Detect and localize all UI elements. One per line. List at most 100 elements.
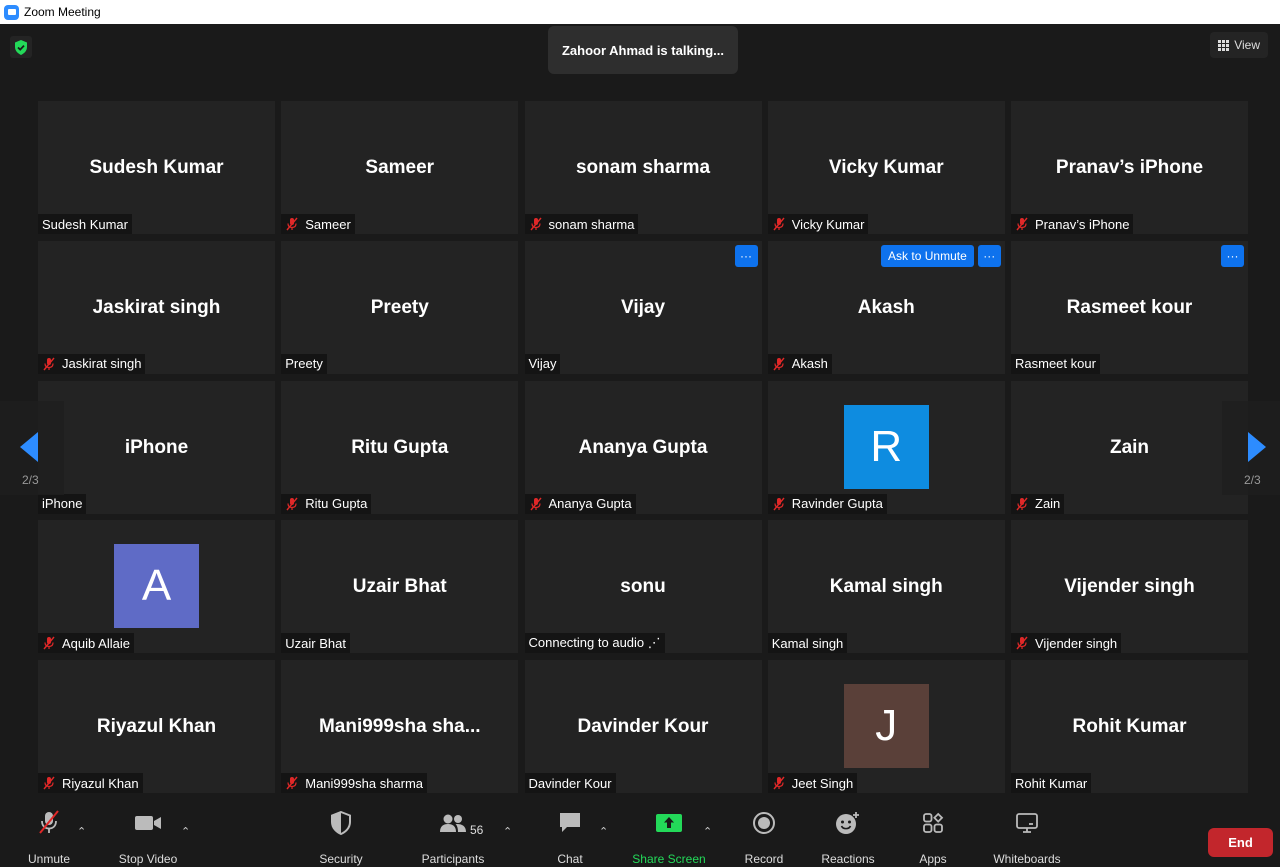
view-button[interactable]: View xyxy=(1210,32,1268,58)
participant-display-name: Mani999sha sha... xyxy=(318,716,481,737)
muted-mic-icon xyxy=(42,776,56,790)
participant-tile[interactable]: Vijender singh Vijender singh xyxy=(1011,520,1248,654)
participant-tile[interactable]: Sameer Sameer xyxy=(281,101,519,234)
participant-tile[interactable]: Riyazul Khan Riyazul Khan xyxy=(38,660,275,793)
participant-tile[interactable]: Davinder Kour Davinder Kour xyxy=(524,660,762,793)
participant-tile[interactable]: iPhone iPhone xyxy=(38,380,275,514)
participant-tile[interactable]: Vijay ··· Vijay xyxy=(524,240,762,374)
participant-tile[interactable]: Kamal singh Kamal singh xyxy=(767,520,1005,654)
security-shield-icon xyxy=(330,803,352,843)
participant-tile[interactable]: Jaskirat singh Jaskirat singh xyxy=(38,240,275,374)
participant-tile[interactable]: J Jeet Singh xyxy=(767,660,1005,793)
muted-microphone-icon xyxy=(37,803,61,843)
video-options-caret-icon[interactable]: ⌃ xyxy=(181,825,190,838)
participant-name-text: iPhone xyxy=(42,496,83,511)
participant-grid: Sudesh Kumar Sudesh Kumar Sameer Sameer sona… xyxy=(38,101,1248,793)
stop-video-label: Stop Video xyxy=(118,852,178,866)
participant-display-name: Vijay xyxy=(620,296,666,318)
participant-tile[interactable]: Pranav’s iPhone Pranav’s iPhone xyxy=(1011,101,1248,234)
participant-tile[interactable]: Uzair Bhat Uzair Bhat xyxy=(281,520,519,654)
meeting-topbar: Zahoor Ahmad is talking... View xyxy=(0,24,1280,94)
muted-mic-icon xyxy=(529,217,543,231)
chat-options-caret-icon[interactable]: ⌃ xyxy=(599,825,608,838)
participant-name-label: Pranav’s iPhone xyxy=(1011,214,1134,234)
participant-name-label: Sudesh Kumar xyxy=(38,214,132,234)
participant-name-text: Rasmeet kour xyxy=(1015,356,1096,372)
participant-tile[interactable]: Akash Ask to Unmute ··· Akash xyxy=(767,240,1005,374)
stop-video-button[interactable]: Stop Video xyxy=(112,803,184,867)
more-options-button[interactable]: ··· xyxy=(977,244,1001,267)
participant-name-text: Aquib Allaie xyxy=(62,635,130,651)
participant-tile[interactable]: Mani999sha sha... Mani999sha sharma xyxy=(281,660,519,793)
participant-display-name: Preety xyxy=(370,296,429,318)
participant-display-name: sonu xyxy=(620,576,666,598)
participant-name-text: Kamal singh xyxy=(771,635,844,651)
page-indicator-left: 2/3 xyxy=(22,473,39,487)
participant-name-label: Mani999sha sharma xyxy=(281,773,428,793)
participant-name-label: Jaskirat singh xyxy=(38,353,146,374)
chat-button[interactable]: Chat xyxy=(548,803,592,867)
next-page-button[interactable]: 2/3 xyxy=(1222,401,1280,495)
participant-display-name: Davinder Kour xyxy=(577,716,709,737)
participant-name-text: Rohit Kumar xyxy=(1015,775,1088,791)
muted-mic-icon xyxy=(1015,217,1029,231)
participant-name-text: Sameer xyxy=(305,216,351,232)
reactions-button[interactable]: Reactions xyxy=(816,803,880,867)
participant-name-text: Akash xyxy=(791,356,828,372)
record-button[interactable]: Record xyxy=(740,803,788,867)
previous-page-button[interactable]: 2/3 xyxy=(0,401,64,495)
participant-name-label: Ananya Gupta xyxy=(524,493,636,514)
unmute-label: Unmute xyxy=(27,852,71,866)
participant-avatar: R xyxy=(843,404,929,489)
share-options-caret-icon[interactable]: ⌃ xyxy=(703,825,712,838)
whiteboards-button[interactable]: Whiteboards xyxy=(986,803,1068,867)
participants-options-caret-icon[interactable]: ⌃ xyxy=(503,825,512,838)
apps-button[interactable]: Apps xyxy=(912,803,954,867)
record-label: Record xyxy=(744,852,784,866)
muted-mic-icon xyxy=(285,217,299,231)
participant-tile[interactable]: Ananya Gupta Ananya Gupta xyxy=(524,380,762,514)
participant-tile[interactable]: sonam sharma sonam sharma xyxy=(524,101,762,234)
unmute-button[interactable]: Unmute xyxy=(22,803,76,867)
ask-to-unmute-button[interactable]: Ask to Unmute xyxy=(881,244,974,267)
more-options-button[interactable]: ··· xyxy=(734,244,758,267)
participant-name-label: Connecting to audio ⋰ xyxy=(524,633,665,654)
participant-tile[interactable]: Preety Preety xyxy=(281,240,519,374)
security-button[interactable]: Security xyxy=(312,803,370,867)
participant-name-text: Riyazul Khan xyxy=(62,775,139,791)
participant-tile[interactable]: Rasmeet kour ··· Rasmeet kour xyxy=(1011,240,1248,374)
participant-name-label: Aquib Allaie xyxy=(38,633,134,654)
participant-tile[interactable]: A Aquib Allaie xyxy=(38,520,275,654)
participant-name-label: Akash xyxy=(767,353,832,374)
more-options-button[interactable]: ··· xyxy=(1221,244,1244,267)
participant-tile[interactable]: Zain Zain xyxy=(1011,380,1248,514)
participant-name-text: Connecting to audio ⋰ xyxy=(528,635,661,651)
apps-label: Apps xyxy=(919,852,947,866)
participant-name-text: Vijender singh xyxy=(1035,635,1118,651)
participant-tile[interactable]: sonu Connecting to audio ⋰ xyxy=(524,520,762,654)
end-meeting-button[interactable]: End xyxy=(1208,828,1273,857)
page-indicator-right: 2/3 xyxy=(1244,473,1261,487)
arrow-left-icon xyxy=(20,432,38,462)
muted-mic-icon xyxy=(42,357,56,371)
participant-name-label: Ravinder Gupta xyxy=(767,493,887,514)
encryption-shield-icon[interactable] xyxy=(10,36,32,58)
participant-name-text: Vicky Kumar xyxy=(791,216,865,232)
share-screen-button[interactable]: Share Screen xyxy=(628,803,710,867)
participant-avatar: A xyxy=(114,544,199,629)
muted-mic-icon xyxy=(285,776,299,790)
meeting-controls-toolbar: Unmute ⌃ Stop Video ⌃ Security Participa… xyxy=(0,803,1280,867)
participant-display-name: Pranav’s iPhone xyxy=(1055,157,1204,178)
record-icon xyxy=(752,803,776,843)
participant-display-name: Akash xyxy=(857,296,915,318)
participant-tile[interactable]: Sudesh Kumar Sudesh Kumar xyxy=(38,101,275,234)
participant-name-label: Zain xyxy=(1011,493,1065,514)
audio-options-caret-icon[interactable]: ⌃ xyxy=(77,825,86,838)
participant-tile[interactable]: Ritu Gupta Ritu Gupta xyxy=(281,380,519,514)
participant-avatar: J xyxy=(843,684,929,768)
participants-icon xyxy=(439,803,467,843)
participant-tile[interactable]: Rohit Kumar Rohit Kumar xyxy=(1011,660,1248,793)
participant-tile[interactable]: Vicky Kumar Vicky Kumar xyxy=(767,101,1005,234)
participant-name-label: Ritu Gupta xyxy=(281,493,372,514)
participant-tile[interactable]: R Ravinder Gupta xyxy=(767,380,1005,514)
